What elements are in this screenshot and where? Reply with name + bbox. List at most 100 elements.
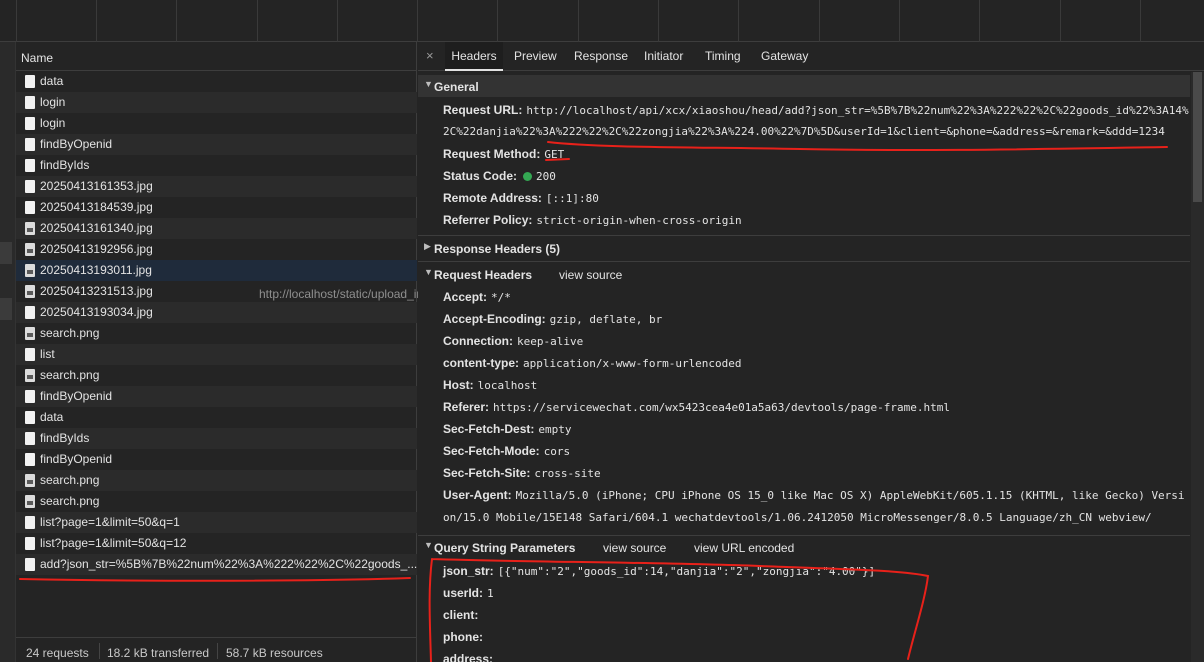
document-file-icon — [25, 348, 35, 361]
request-row[interactable]: list?page=1&limit=50&q=12 — [16, 533, 417, 554]
timeline-gridline — [658, 0, 659, 42]
request-row[interactable]: 20250413193034.jpg — [16, 302, 417, 323]
document-file-icon — [25, 390, 35, 403]
referrer-policy-value[interactable]: strict-origin-when-cross-origin — [536, 214, 741, 227]
tab-response[interactable]: Response — [572, 42, 630, 71]
query-param-row: userId: 1 — [443, 586, 494, 600]
tab-label: Response — [574, 49, 629, 63]
request-row[interactable]: search.png — [16, 365, 417, 386]
request-header-row: Sec-Fetch-Site: cross-site — [443, 466, 601, 480]
request-row[interactable]: findByOpenid — [16, 449, 417, 470]
request-name: 20250413184539.jpg — [40, 200, 153, 214]
header-value[interactable]: empty — [538, 423, 571, 436]
timeline-gridline — [979, 0, 980, 42]
header-value[interactable]: localhost — [478, 379, 538, 392]
request-url-value[interactable]: http://localhost/api/xcx/xiaoshou/head/a… — [526, 104, 1188, 117]
request-row[interactable]: 20250413161353.jpg — [16, 176, 417, 197]
tab-preview[interactable]: Preview — [512, 42, 559, 71]
name-column-header[interactable]: Name — [16, 42, 417, 71]
header-value[interactable]: cors — [544, 445, 571, 458]
collapsed-triangle-icon: ▶ — [424, 241, 431, 251]
request-headers-section-header[interactable]: ▼ Request Headers view source — [418, 263, 1190, 285]
param-key: address: — [443, 652, 494, 662]
header-key: Sec-Fetch-Site: — [443, 466, 531, 480]
document-file-icon — [25, 432, 35, 445]
tab-label: Gateway — [761, 49, 809, 63]
request-row[interactable]: add?json_str=%5B%7B%22num%22%3A%222%22%2… — [16, 554, 424, 575]
header-value[interactable]: Mozilla/5.0 (iPhone; CPU iPhone OS 15_0 … — [516, 489, 1185, 502]
detail-scrollbar[interactable] — [1191, 72, 1204, 662]
document-file-icon — [25, 411, 35, 424]
request-row[interactable]: data — [16, 71, 417, 92]
request-name: search.png — [40, 368, 100, 382]
request-row[interactable]: findByIds — [16, 155, 417, 176]
close-icon[interactable]: × — [426, 48, 434, 63]
request-row[interactable]: 20250413193011.jpg — [16, 260, 417, 281]
waterfall-gutter — [0, 42, 16, 662]
request-row[interactable]: 20250413161340.jpg — [16, 218, 417, 239]
request-name: list?page=1&limit=50&q=12 — [40, 536, 187, 550]
query-param-row: client: — [443, 608, 482, 622]
section-divider — [418, 261, 1190, 262]
request-row[interactable]: data — [16, 407, 417, 428]
view-source-link[interactable]: view source — [603, 541, 666, 555]
request-url-continuation[interactable]: 2C%22danjia%22%3A%222%22%2C%22zongjia%22… — [443, 125, 1165, 138]
tab-initiator[interactable]: Initiator — [642, 42, 685, 71]
request-row[interactable]: findByOpenid — [16, 386, 417, 407]
request-row[interactable]: login — [16, 113, 417, 134]
request-method-value[interactable]: GET — [544, 148, 564, 161]
header-value[interactable]: gzip, deflate, br — [550, 313, 663, 326]
response-headers-section-header[interactable]: ▶ Response Headers (5) — [418, 237, 1190, 259]
request-row[interactable]: search.png — [16, 470, 417, 491]
header-key: Accept: — [443, 290, 488, 304]
request-row[interactable]: login — [16, 92, 417, 113]
header-value[interactable]: keep-alive — [517, 335, 583, 348]
header-value[interactable]: */* — [491, 291, 511, 304]
header-key: Status Code: — [443, 169, 518, 183]
document-file-icon — [25, 306, 35, 319]
request-name: login — [40, 116, 66, 130]
timeline-gridline — [738, 0, 739, 42]
request-row[interactable]: findByIds — [16, 428, 417, 449]
request-row[interactable]: 20250413192956.jpg — [16, 239, 417, 260]
param-key: phone: — [443, 630, 483, 644]
request-row[interactable]: list — [16, 344, 417, 365]
request-name: findByOpenid — [40, 389, 113, 403]
header-value[interactable]: application/x-www-form-urlencoded — [523, 357, 742, 370]
tab-gateway[interactable]: Gateway — [759, 42, 810, 71]
general-section-header[interactable]: ▼ General — [418, 75, 1190, 97]
query-params-section-header[interactable]: ▼ Query String Parameters view source vi… — [418, 536, 1190, 558]
request-row[interactable]: list?page=1&limit=50&q=1 — [16, 512, 417, 533]
status-ok-icon — [523, 172, 533, 181]
view-source-link[interactable]: view source — [559, 268, 622, 282]
request-header-row: Connection: keep-alive — [443, 334, 583, 348]
section-title: General — [434, 80, 479, 94]
request-name: findByIds — [40, 431, 90, 445]
document-file-icon — [25, 558, 35, 571]
param-value[interactable]: 1 — [487, 587, 494, 600]
param-key: userId: — [443, 586, 484, 600]
request-row[interactable]: search.png — [16, 323, 417, 344]
document-file-icon — [25, 96, 35, 109]
timeline-overview[interactable] — [0, 0, 1204, 42]
tab-timing[interactable]: Timing — [703, 42, 743, 71]
tab-headers[interactable]: Headers — [445, 42, 503, 71]
view-url-encoded-link[interactable]: view URL encoded — [694, 541, 794, 555]
header-key: Remote Address: — [443, 191, 542, 205]
status-code-value[interactable]: 200 — [536, 170, 556, 183]
request-header-row: Sec-Fetch-Mode: cors — [443, 444, 570, 458]
header-value[interactable]: https://servicewechat.com/wx5423cea4e01a… — [493, 401, 950, 414]
user-agent-continuation[interactable]: on/15.0 Mobile/15E148 Safari/604.1 wecha… — [443, 511, 1152, 524]
request-row[interactable]: findByOpenid — [16, 134, 417, 155]
expanded-triangle-icon: ▼ — [424, 540, 433, 550]
param-value[interactable]: [{"num":"2","goods_id":14,"danjia":"2","… — [498, 565, 876, 578]
detail-tab-bar: × Headers Preview Response Initiator Tim… — [418, 42, 1204, 71]
header-value[interactable]: cross-site — [534, 467, 600, 480]
scrollbar-thumb[interactable] — [1193, 72, 1202, 202]
request-row[interactable]: search.png — [16, 491, 417, 512]
request-row[interactable]: 20250413184539.jpg — [16, 197, 417, 218]
request-header-row: Accept-Encoding: gzip, deflate, br — [443, 312, 662, 326]
referrer-policy-row: Referrer Policy: strict-origin-when-cross… — [443, 213, 742, 227]
remote-address-value[interactable]: [::1]:80 — [546, 192, 599, 205]
request-header-row: content-type: application/x-www-form-urle… — [443, 356, 742, 370]
